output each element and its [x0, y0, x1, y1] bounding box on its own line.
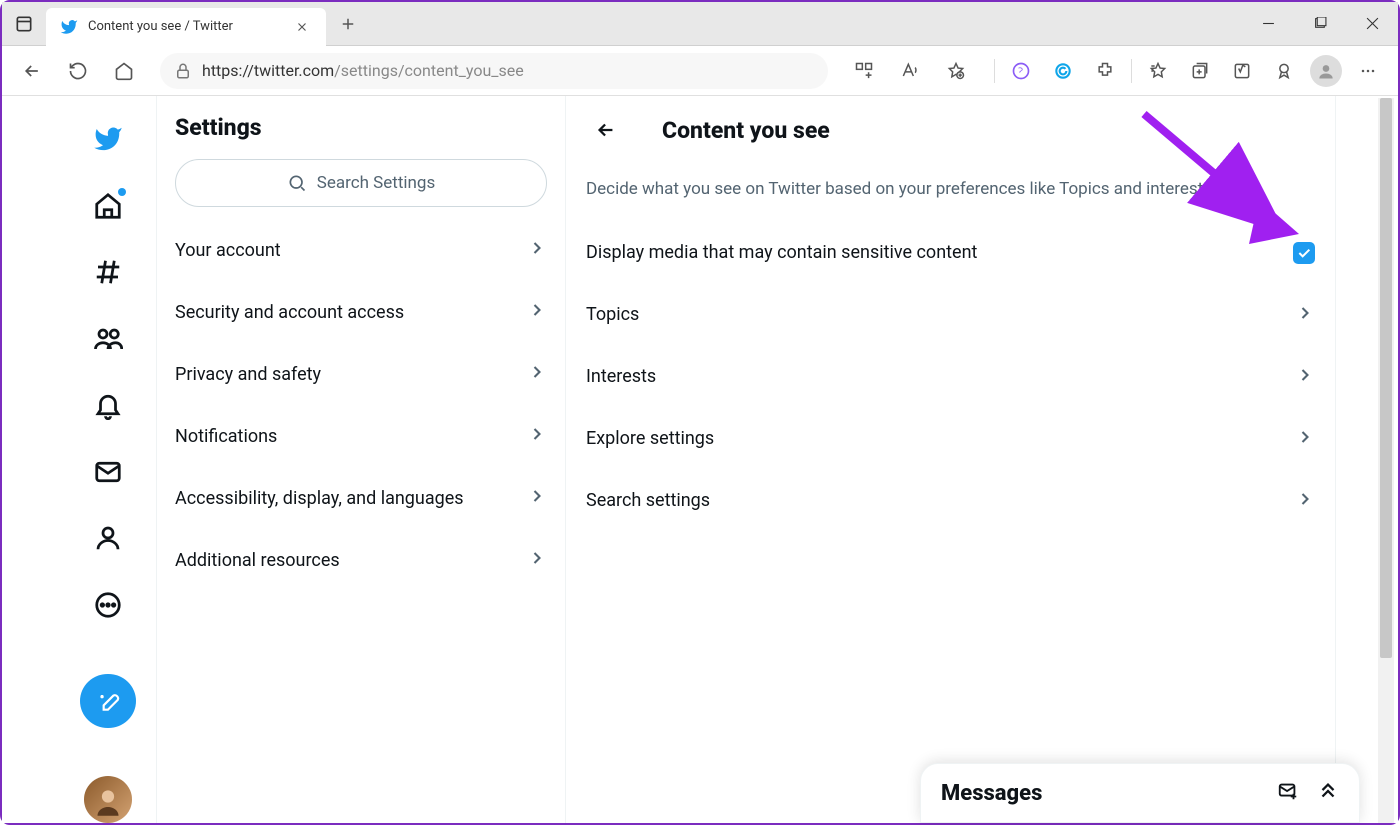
- messages-title: Messages: [941, 781, 1042, 806]
- search-settings-input[interactable]: Search Settings: [175, 159, 547, 207]
- compose-tweet-button[interactable]: [80, 674, 136, 728]
- extension-mailchimp-icon[interactable]: [1001, 51, 1041, 91]
- notification-dot-icon: [118, 188, 126, 196]
- home-nav-icon[interactable]: [80, 178, 136, 232]
- settings-item-label: Accessibility, display, and languages: [175, 488, 464, 509]
- settings-sidebar: Settings Search Settings Your account Se…: [156, 96, 566, 823]
- browser-titlebar: Content you see / Twitter: [2, 2, 1398, 46]
- toolbar-divider: [994, 59, 995, 83]
- read-aloud-icon[interactable]: [890, 51, 930, 91]
- explore-settings-link[interactable]: Explore settings: [566, 408, 1335, 470]
- settings-item-resources[interactable]: Additional resources: [157, 529, 565, 591]
- vertical-scrollbar[interactable]: [1378, 98, 1394, 823]
- settings-item-privacy[interactable]: Privacy and safety: [157, 343, 565, 405]
- scrollbar-thumb[interactable]: [1380, 98, 1392, 658]
- expand-messages-icon[interactable]: [1317, 780, 1339, 806]
- toolbar-divider: [1131, 59, 1132, 83]
- main-header: Content you see: [566, 110, 1335, 164]
- close-window-button[interactable]: [1346, 2, 1398, 46]
- settings-item-notifications[interactable]: Notifications: [157, 405, 565, 467]
- new-message-icon[interactable]: [1277, 780, 1299, 806]
- settings-item-label: Your account: [175, 240, 281, 261]
- chevron-right-icon: [527, 300, 547, 324]
- settings-item-your-account[interactable]: Your account: [157, 219, 565, 281]
- back-arrow-button[interactable]: [586, 110, 626, 150]
- page-content: Settings Search Settings Your account Se…: [2, 96, 1398, 823]
- address-text: https://twitter.com/settings/content_you…: [202, 61, 524, 80]
- extensions-icon[interactable]: [1085, 51, 1125, 91]
- favorites-list-icon[interactable]: [1138, 51, 1178, 91]
- more-menu-icon[interactable]: [1348, 51, 1388, 91]
- page-subtitle: Decide what you see on Twitter based on …: [566, 164, 1335, 222]
- minimize-button[interactable]: [1242, 2, 1294, 46]
- tab-close-button[interactable]: [292, 17, 312, 37]
- twitter-nav-rail: [60, 96, 156, 823]
- chevron-right-icon: [1295, 427, 1315, 451]
- lock-icon: [174, 62, 192, 80]
- chevron-right-icon: [527, 486, 547, 510]
- option-label: Search settings: [586, 490, 710, 511]
- interests-link[interactable]: Interests: [566, 346, 1335, 408]
- sensitive-content-toggle-row[interactable]: Display media that may contain sensitive…: [566, 222, 1335, 284]
- window-controls: [1242, 2, 1398, 46]
- extension-grammarly-icon[interactable]: [1043, 51, 1083, 91]
- app-launcher-icon[interactable]: [844, 51, 884, 91]
- chevron-right-icon: [1295, 365, 1315, 389]
- explore-nav-icon[interactable]: [80, 245, 136, 299]
- favorite-icon[interactable]: [936, 51, 976, 91]
- back-button[interactable]: [12, 51, 52, 91]
- settings-item-accessibility[interactable]: Accessibility, display, and languages: [157, 467, 565, 529]
- tab-actions-icon[interactable]: [2, 2, 46, 46]
- option-label: Explore settings: [586, 428, 714, 449]
- chevron-right-icon: [527, 238, 547, 262]
- chevron-right-icon: [527, 362, 547, 386]
- refresh-button[interactable]: [58, 51, 98, 91]
- chevron-right-icon: [527, 424, 547, 448]
- chevron-right-icon: [1295, 303, 1315, 327]
- option-label: Interests: [586, 366, 656, 387]
- account-avatar[interactable]: [84, 776, 132, 823]
- maximize-button[interactable]: [1294, 2, 1346, 46]
- content-main: Content you see Decide what you see on T…: [566, 96, 1336, 823]
- profile-icon[interactable]: [1306, 51, 1346, 91]
- checkbox-checked[interactable]: [1293, 242, 1315, 264]
- collections-icon[interactable]: [1180, 51, 1220, 91]
- tab-title: Content you see / Twitter: [88, 19, 282, 34]
- browser-tab[interactable]: Content you see / Twitter: [46, 8, 326, 46]
- rewards-icon[interactable]: [1264, 51, 1304, 91]
- home-button[interactable]: [104, 51, 144, 91]
- option-label: Display media that may contain sensitive…: [586, 242, 977, 263]
- settings-item-security[interactable]: Security and account access: [157, 281, 565, 343]
- search-settings-link[interactable]: Search settings: [566, 470, 1335, 532]
- settings-item-label: Notifications: [175, 426, 277, 447]
- new-tab-button[interactable]: [326, 2, 370, 46]
- more-nav-icon[interactable]: [80, 577, 136, 631]
- messages-dock[interactable]: Messages: [920, 763, 1360, 823]
- settings-title: Settings: [157, 114, 565, 159]
- profile-nav-icon[interactable]: [80, 511, 136, 565]
- topics-link[interactable]: Topics: [566, 284, 1335, 346]
- settings-item-label: Additional resources: [175, 550, 340, 571]
- messages-nav-icon[interactable]: [80, 444, 136, 498]
- settings-item-label: Privacy and safety: [175, 364, 321, 385]
- settings-item-label: Security and account access: [175, 302, 404, 323]
- math-solver-icon[interactable]: [1222, 51, 1262, 91]
- chevron-right-icon: [1295, 489, 1315, 513]
- twitter-favicon-icon: [60, 18, 78, 36]
- option-label: Topics: [586, 304, 639, 325]
- chevron-right-icon: [527, 548, 547, 572]
- communities-nav-icon[interactable]: [80, 311, 136, 365]
- address-bar[interactable]: https://twitter.com/settings/content_you…: [160, 53, 828, 89]
- notifications-nav-icon[interactable]: [80, 378, 136, 432]
- search-placeholder: Search Settings: [317, 173, 436, 193]
- page-title: Content you see: [662, 117, 830, 144]
- browser-toolbar: https://twitter.com/settings/content_you…: [2, 46, 1398, 96]
- twitter-logo-icon[interactable]: [80, 112, 136, 166]
